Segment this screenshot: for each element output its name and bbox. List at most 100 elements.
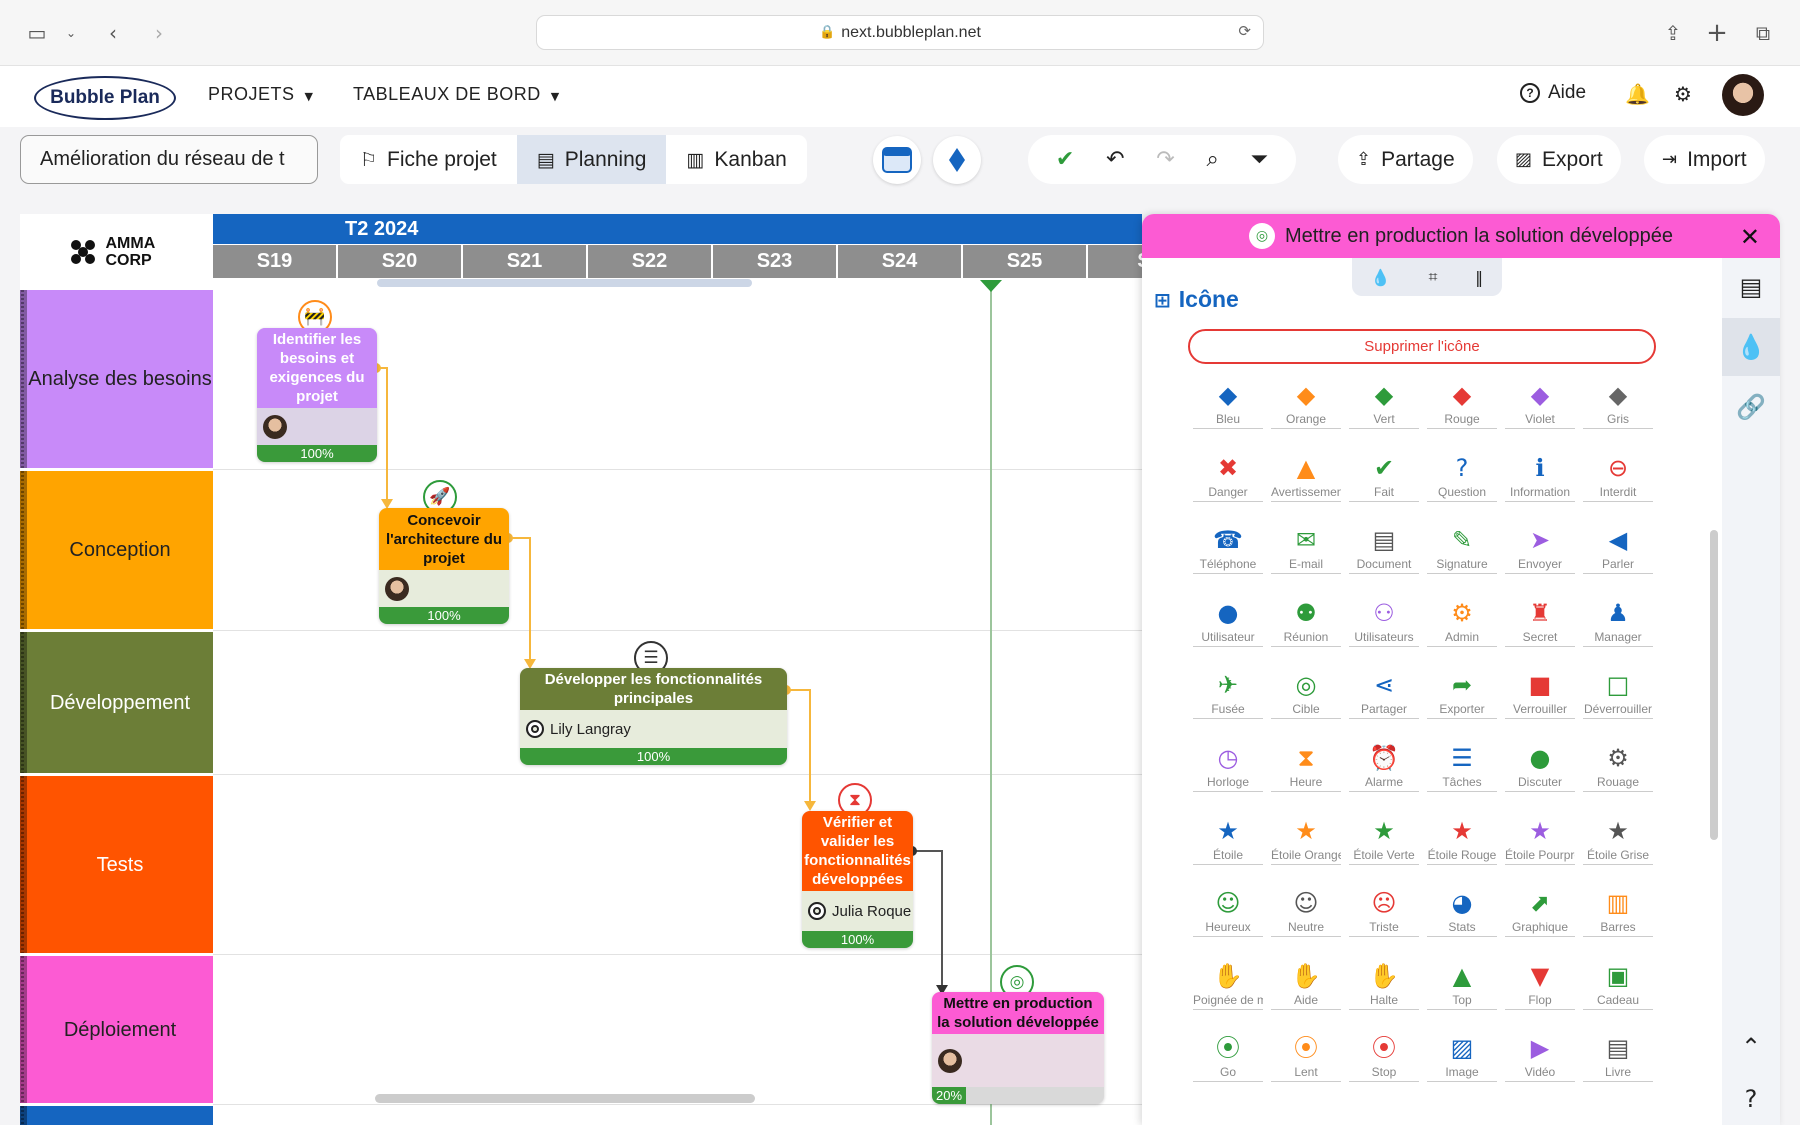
tab-fiche-projet[interactable]: ⚐Fiche projet <box>340 135 517 184</box>
undo-icon[interactable]: ↶ <box>1106 147 1124 172</box>
icon-option-23[interactable]: ♟Manager <box>1580 596 1656 654</box>
icon-option-30[interactable]: ◷Horloge <box>1190 741 1266 799</box>
calendar-button[interactable] <box>873 136 921 184</box>
help-button[interactable]: ?Aide <box>1520 82 1586 104</box>
chevron-down-icon[interactable]: ⌄ <box>58 20 84 46</box>
chevron-up-icon[interactable]: ⌃ <box>1722 1018 1780 1076</box>
icon-option-6[interactable]: ✖Danger <box>1190 451 1266 509</box>
icon-option-27[interactable]: ➦Exporter <box>1424 668 1500 726</box>
address-bar[interactable]: 🔒 next.bubbleplan.net ⟳ <box>536 15 1264 50</box>
icon-option-40[interactable]: ★Étoile Pourpre <box>1502 814 1578 872</box>
tabs-overview-icon[interactable]: ⧉ <box>1750 20 1776 46</box>
close-icon[interactable]: ✕ <box>1740 223 1760 251</box>
icon-option-44[interactable]: ☹Triste <box>1346 886 1422 944</box>
icon-option-3[interactable]: ◆Rouge <box>1424 378 1500 436</box>
remove-icon-button[interactable]: Supprimer l'icône <box>1188 329 1656 364</box>
check-icon[interactable]: ✔ <box>1056 147 1074 172</box>
icon-option-33[interactable]: ☰Tâches <box>1424 741 1500 799</box>
redo-icon[interactable]: ↷ <box>1156 147 1174 172</box>
icon-option-32[interactable]: ⏰Alarme <box>1346 741 1422 799</box>
forward-icon[interactable]: › <box>146 20 172 46</box>
icon-option-26[interactable]: ⋖Partager <box>1346 668 1422 726</box>
icon-option-55[interactable]: ⦿Lent <box>1268 1031 1344 1089</box>
icon-option-2[interactable]: ◆Vert <box>1346 378 1422 436</box>
icon-option-20[interactable]: ⚇Utilisateurs <box>1346 596 1422 654</box>
task-card[interactable]: Développer les fonctionnalités principal… <box>520 668 787 765</box>
task-card[interactable]: Vérifier et valider les fonctionnalités … <box>802 811 913 948</box>
icon-option-16[interactable]: ➤Envoyer <box>1502 523 1578 581</box>
diamond-view-button[interactable] <box>933 136 981 184</box>
icon-option-17[interactable]: ◀Parler <box>1580 523 1656 581</box>
reload-icon[interactable]: ⟳ <box>1238 22 1251 40</box>
icon-option-59[interactable]: ▤Livre <box>1580 1031 1656 1089</box>
icon-option-22[interactable]: ♜Secret <box>1502 596 1578 654</box>
icon-option-37[interactable]: ★Étoile Orange <box>1268 814 1344 872</box>
icon-option-53[interactable]: ▣Cadeau <box>1580 959 1656 1017</box>
icon-option-25[interactable]: ◎Cible <box>1268 668 1344 726</box>
task-card[interactable]: Concevoir l'architecture du projet100% <box>379 508 509 624</box>
nav-tableaux-de-bord[interactable]: TABLEAUX DE BORD▼ <box>353 84 560 105</box>
icon-option-12[interactable]: ☎Téléphone <box>1190 523 1266 581</box>
icon-option-14[interactable]: ▤Document <box>1346 523 1422 581</box>
icon-option-1[interactable]: ◆Orange <box>1268 378 1344 436</box>
icon-option-18[interactable]: ●Utilisateur <box>1190 596 1266 654</box>
icon-option-41[interactable]: ★Étoile Grise <box>1580 814 1656 872</box>
icon-option-4[interactable]: ◆Violet <box>1502 378 1578 436</box>
icon-option-45[interactable]: ◕Stats <box>1424 886 1500 944</box>
icon-option-7[interactable]: ▲Avertissement <box>1268 451 1344 509</box>
link-icon[interactable]: 🔗 <box>1722 378 1780 436</box>
tab-kanban[interactable]: ▥Kanban <box>666 135 806 184</box>
document-icon[interactable]: ▤ <box>1722 258 1780 316</box>
icon-option-49[interactable]: ✋Aide <box>1268 959 1344 1017</box>
panel-scrollbar[interactable] <box>1710 530 1718 840</box>
icon-option-28[interactable]: ■Verrouiller <box>1502 668 1578 726</box>
icon-option-39[interactable]: ★Étoile Rouge <box>1424 814 1500 872</box>
project-selector[interactable]: Amélioration du réseau de t <box>20 135 318 184</box>
icon-option-36[interactable]: ★Étoile <box>1190 814 1266 872</box>
drop-icon[interactable]: 💧 <box>1371 268 1391 287</box>
icon-option-46[interactable]: ⬈Graphique <box>1502 886 1578 944</box>
icon-option-58[interactable]: ▶Vidéo <box>1502 1031 1578 1089</box>
columns-icon[interactable]: ‖ <box>1475 268 1483 287</box>
icon-option-52[interactable]: ▼Flop <box>1502 959 1578 1017</box>
icon-option-43[interactable]: ☺Neutre <box>1268 886 1344 944</box>
icon-option-54[interactable]: ⦿Go <box>1190 1031 1266 1089</box>
icon-option-10[interactable]: ℹInformation <box>1502 451 1578 509</box>
icon-option-57[interactable]: ▨Image <box>1424 1031 1500 1089</box>
icon-option-24[interactable]: ✈Fusée <box>1190 668 1266 726</box>
new-tab-icon[interactable]: + <box>1704 20 1730 46</box>
icon-option-34[interactable]: ●Discuter <box>1502 741 1578 799</box>
task-card[interactable]: Identifier les besoins et exigences du p… <box>257 328 377 462</box>
icon-option-9[interactable]: ?Question <box>1424 451 1500 509</box>
tab-planning[interactable]: ▤Planning <box>517 135 667 184</box>
icon-option-51[interactable]: ▲Top <box>1424 959 1500 1017</box>
icon-option-56[interactable]: ⦿Stop <box>1346 1031 1422 1089</box>
icon-option-35[interactable]: ⚙Rouage <box>1580 741 1656 799</box>
nav-projets[interactable]: PROJETS▼ <box>208 84 313 105</box>
icon-option-0[interactable]: ◆Bleu <box>1190 378 1266 436</box>
horizontal-scrollbar[interactable] <box>375 1094 755 1103</box>
filter-icon[interactable]: ⏷ <box>1251 147 1269 172</box>
task-card[interactable]: Mettre en production la solution dévelop… <box>932 992 1104 1104</box>
icon-option-50[interactable]: ✋Halte <box>1346 959 1422 1017</box>
icon-option-8[interactable]: ✔Fait <box>1346 451 1422 509</box>
drop-icon[interactable]: 💧 <box>1722 318 1780 376</box>
icon-option-15[interactable]: ✎Signature <box>1424 523 1500 581</box>
icon-option-42[interactable]: ☺Heureux <box>1190 886 1266 944</box>
icon-option-47[interactable]: ▥Barres <box>1580 886 1656 944</box>
export-button[interactable]: ▨Export <box>1497 135 1621 184</box>
user-avatar[interactable] <box>1722 74 1764 116</box>
icon-option-5[interactable]: ◆Gris <box>1580 378 1656 436</box>
bell-icon[interactable]: 🔔 <box>1625 82 1650 106</box>
import-button[interactable]: ⇥Import <box>1644 135 1765 184</box>
qr-icon[interactable]: ⌗ <box>1428 267 1437 287</box>
icon-option-31[interactable]: ⧗Heure <box>1268 741 1344 799</box>
icon-option-19[interactable]: ⚉Réunion <box>1268 596 1344 654</box>
search-icon[interactable]: ⌕ <box>1206 147 1218 172</box>
back-icon[interactable]: ‹ <box>100 20 126 46</box>
icon-option-29[interactable]: □Déverrouiller <box>1580 668 1656 726</box>
help-icon[interactable]: ? <box>1722 1070 1780 1125</box>
share-button[interactable]: ⇪Partage <box>1338 135 1473 184</box>
sidebar-toggle-icon[interactable]: ▭ <box>24 20 50 46</box>
icon-option-38[interactable]: ★Étoile Verte <box>1346 814 1422 872</box>
